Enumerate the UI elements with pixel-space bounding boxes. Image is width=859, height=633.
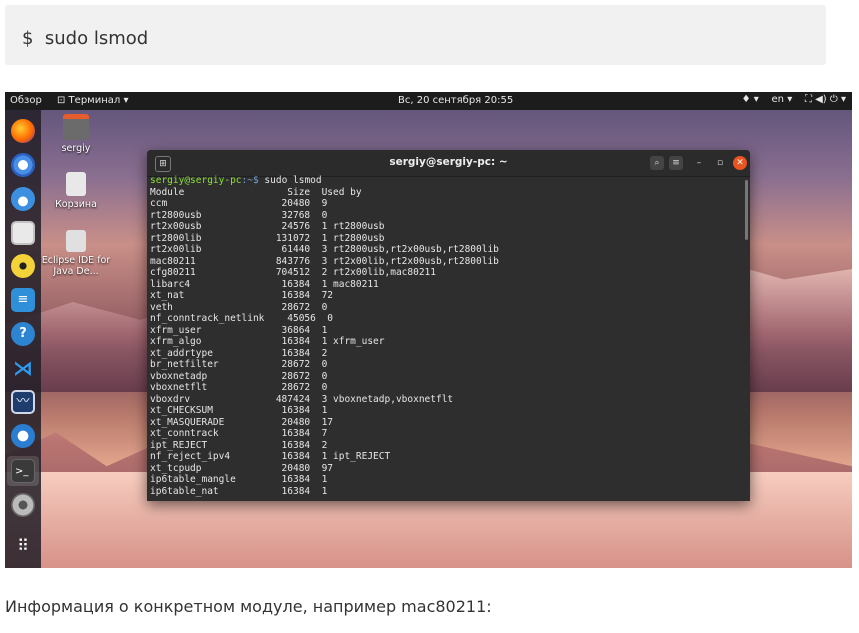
terminal-scrollbar[interactable] [745, 180, 748, 240]
firefox-icon[interactable] [11, 119, 35, 143]
chromium-icon[interactable] [11, 153, 35, 177]
apps-grid-icon[interactable]: ⠿ [11, 534, 35, 558]
top-bar: Обзор ⊡ Терминал ▾ Вс, 20 сентября 20:55… [5, 92, 852, 110]
app-menu[interactable]: ⊡ Терминал ▾ [57, 95, 128, 106]
home-folder-icon [63, 114, 89, 140]
desktop-screenshot: Обзор ⊡ Терминал ▾ Вс, 20 сентября 20:55… [5, 92, 852, 568]
eclipse-gear-icon [66, 230, 86, 252]
desktop-icon-trash[interactable]: Корзина [41, 172, 111, 210]
lsmod-output: Module Size Used by ccm 20480 9 rt2800us… [150, 186, 499, 497]
thunderbird-icon[interactable] [11, 187, 35, 211]
desktop-icon-label: Eclipse IDE for Java De... [41, 255, 111, 277]
system-status-menu[interactable]: ♦ ▾ en ▾ ⛶ ◀) ⏻ ▾ [742, 94, 846, 105]
help-icon[interactable]: ? [11, 322, 35, 346]
search-icon[interactable]: ⌕ [650, 156, 664, 170]
desktop-icon-home[interactable]: sergiy [41, 114, 111, 154]
clock[interactable]: Вс, 20 сентября 20:55 [398, 95, 513, 106]
terminal-window[interactable]: ⊞ sergiy@sergiy-pc: ~ ⌕ ≡ – ▫ ✕ sergiy@s… [147, 150, 750, 501]
typed-command: sudo lsmod [258, 175, 322, 186]
vscode-icon[interactable]: ⋊ [11, 356, 35, 380]
terminal-icon[interactable]: >_ [11, 459, 35, 483]
dock: ≡ ? ⋊ 〰 >_ ⠿ [5, 110, 41, 568]
desktop-icon-label: sergiy [61, 143, 91, 154]
caption-text: Информация о конкретном модуле, например… [5, 597, 492, 616]
settings-icon[interactable] [11, 493, 35, 517]
crossover-icon[interactable] [11, 424, 35, 448]
command-text: $ sudo lsmod [22, 28, 149, 49]
monitor-icon[interactable]: 〰 [11, 390, 35, 414]
close-icon[interactable]: ✕ [733, 156, 747, 170]
prompt-user: sergiy@sergiy-pc [150, 175, 242, 186]
desktop-icon-eclipse[interactable]: Eclipse IDE for Java De... [41, 230, 111, 277]
terminal-titlebar[interactable]: ⊞ sergiy@sergiy-pc: ~ ⌕ ≡ – ▫ ✕ [147, 150, 750, 177]
rhythmbox-icon[interactable] [11, 254, 35, 278]
command-code-block: $ sudo lsmod [5, 5, 826, 65]
prompt-path: :~$ [241, 175, 259, 186]
maximize-icon[interactable]: ▫ [713, 156, 727, 170]
activities-button[interactable]: Обзор [10, 95, 42, 106]
minimize-icon[interactable]: – [692, 156, 706, 170]
desktop-icon-label: Корзина [55, 199, 97, 210]
writer-icon[interactable]: ≡ [11, 288, 35, 312]
trash-icon [66, 172, 86, 196]
files-icon[interactable] [11, 221, 35, 245]
menu-icon[interactable]: ≡ [669, 156, 683, 170]
terminal-output-area[interactable]: sergiy@sergiy-pc:~$ sudo lsmod Module Si… [150, 175, 740, 500]
terminal-prompt-line: sergiy@sergiy-pc:~$ sudo lsmod [150, 175, 740, 187]
